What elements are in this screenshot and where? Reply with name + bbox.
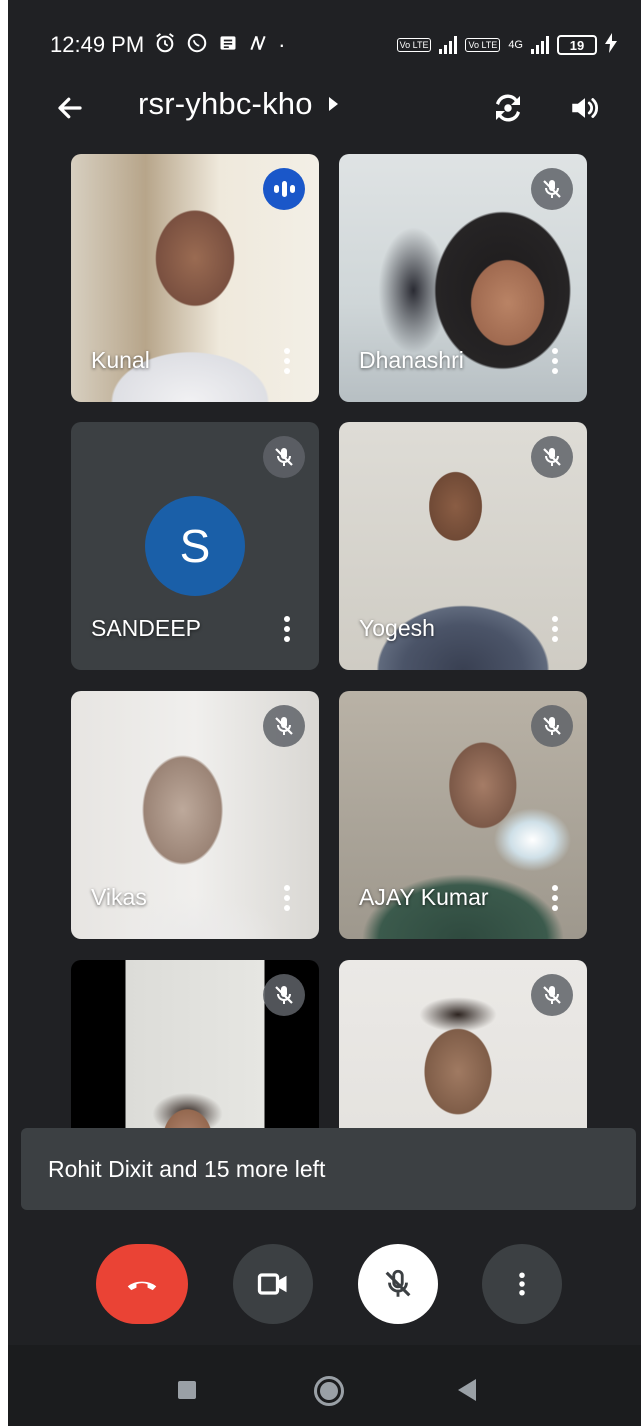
signal-icon-2 <box>531 36 549 54</box>
tile-more-options-button[interactable] <box>275 612 299 646</box>
flip-camera-button[interactable] <box>486 86 530 130</box>
speaking-indicator-icon <box>263 168 305 210</box>
status-time: 12:49 PM <box>50 32 145 57</box>
microphone-toggle-button[interactable] <box>358 1244 438 1324</box>
mic-muted-icon <box>531 168 573 210</box>
whatsapp-icon <box>186 32 208 58</box>
meeting-code: rsr-yhbc-kho <box>138 86 313 121</box>
mic-muted-icon <box>531 436 573 478</box>
back-button[interactable] <box>50 88 90 128</box>
mic-muted-icon <box>531 974 573 1016</box>
speaker-icon <box>572 98 598 118</box>
charging-icon <box>605 33 617 57</box>
participant-tile-kunal[interactable]: Kunal <box>71 154 319 402</box>
caret-right-icon <box>328 97 338 111</box>
home-button[interactable] <box>314 1376 344 1406</box>
alarm-icon <box>154 32 176 58</box>
home-icon <box>320 1382 338 1400</box>
tile-more-options-button[interactable] <box>543 881 567 915</box>
phone-screen: 12:49 PM · Vo LTE Vo LTE 4G 19 rsr-yhbc-… <box>8 0 641 1426</box>
camera-toggle-button[interactable] <box>233 1244 313 1324</box>
participant-name: SANDEEP <box>91 615 201 641</box>
signal-icon <box>439 36 458 54</box>
meeting-header: rsr-yhbc-kho <box>8 78 641 138</box>
tile-more-options-button[interactable] <box>543 344 567 378</box>
tile-more-options-button[interactable] <box>275 881 299 915</box>
participant-name: Vikas <box>91 884 147 910</box>
end-call-icon <box>127 1281 157 1291</box>
video-camera-icon <box>257 1273 287 1295</box>
end-call-button[interactable] <box>96 1244 188 1324</box>
tile-more-options-button[interactable] <box>275 344 299 378</box>
participant-name: Yogesh <box>359 615 435 641</box>
participant-tile-yogesh[interactable]: Yogesh <box>339 422 587 670</box>
flip-camera-icon <box>496 94 520 122</box>
tile-more-options-button[interactable] <box>543 612 567 646</box>
system-nav-bar <box>8 1345 641 1426</box>
participant-tile-ajay-kumar[interactable]: AJAY Kumar <box>339 691 587 939</box>
participant-tile-dhanashri[interactable]: Dhanashri <box>339 154 587 402</box>
mic-muted-icon <box>531 705 573 747</box>
mic-muted-icon <box>263 974 305 1016</box>
mic-muted-icon <box>263 705 305 747</box>
participant-name: Kunal <box>91 347 150 373</box>
more-options-button[interactable] <box>482 1244 562 1324</box>
avatar: S <box>145 496 245 596</box>
status-right: Vo LTE Vo LTE 4G 19 <box>396 33 617 57</box>
mic-off-icon <box>385 1269 411 1297</box>
mic-muted-icon <box>263 436 305 478</box>
participants-left-toast: Rohit Dixit and 15 more left <box>21 1128 636 1210</box>
status-dot: · <box>278 32 286 57</box>
recents-button[interactable] <box>178 1381 196 1399</box>
volte-badge: Vo LTE <box>396 38 432 52</box>
battery-icon: 19 <box>557 35 597 55</box>
more-vertical-icon <box>519 1272 525 1296</box>
participant-name: AJAY Kumar <box>359 884 489 910</box>
status-bar: 12:49 PM · Vo LTE Vo LTE 4G 19 <box>8 0 641 78</box>
participant-tile-sandeep[interactable]: S SANDEEP <box>71 422 319 670</box>
participant-name: Dhanashri <box>359 347 464 373</box>
back-arrow-icon <box>58 97 82 119</box>
status-left: 12:49 PM · <box>50 32 286 58</box>
system-back-button[interactable] <box>458 1379 476 1401</box>
meeting-title-button[interactable]: rsr-yhbc-kho <box>138 86 339 122</box>
network-type: 4G <box>508 39 523 51</box>
notification-icon <box>218 33 238 57</box>
n-icon <box>248 33 268 57</box>
participant-tile-vikas[interactable]: Vikas <box>71 691 319 939</box>
toast-message: Rohit Dixit and 15 more left <box>48 1155 326 1182</box>
speaker-button[interactable] <box>563 86 607 130</box>
volte-badge-2: Vo LTE <box>465 38 501 52</box>
